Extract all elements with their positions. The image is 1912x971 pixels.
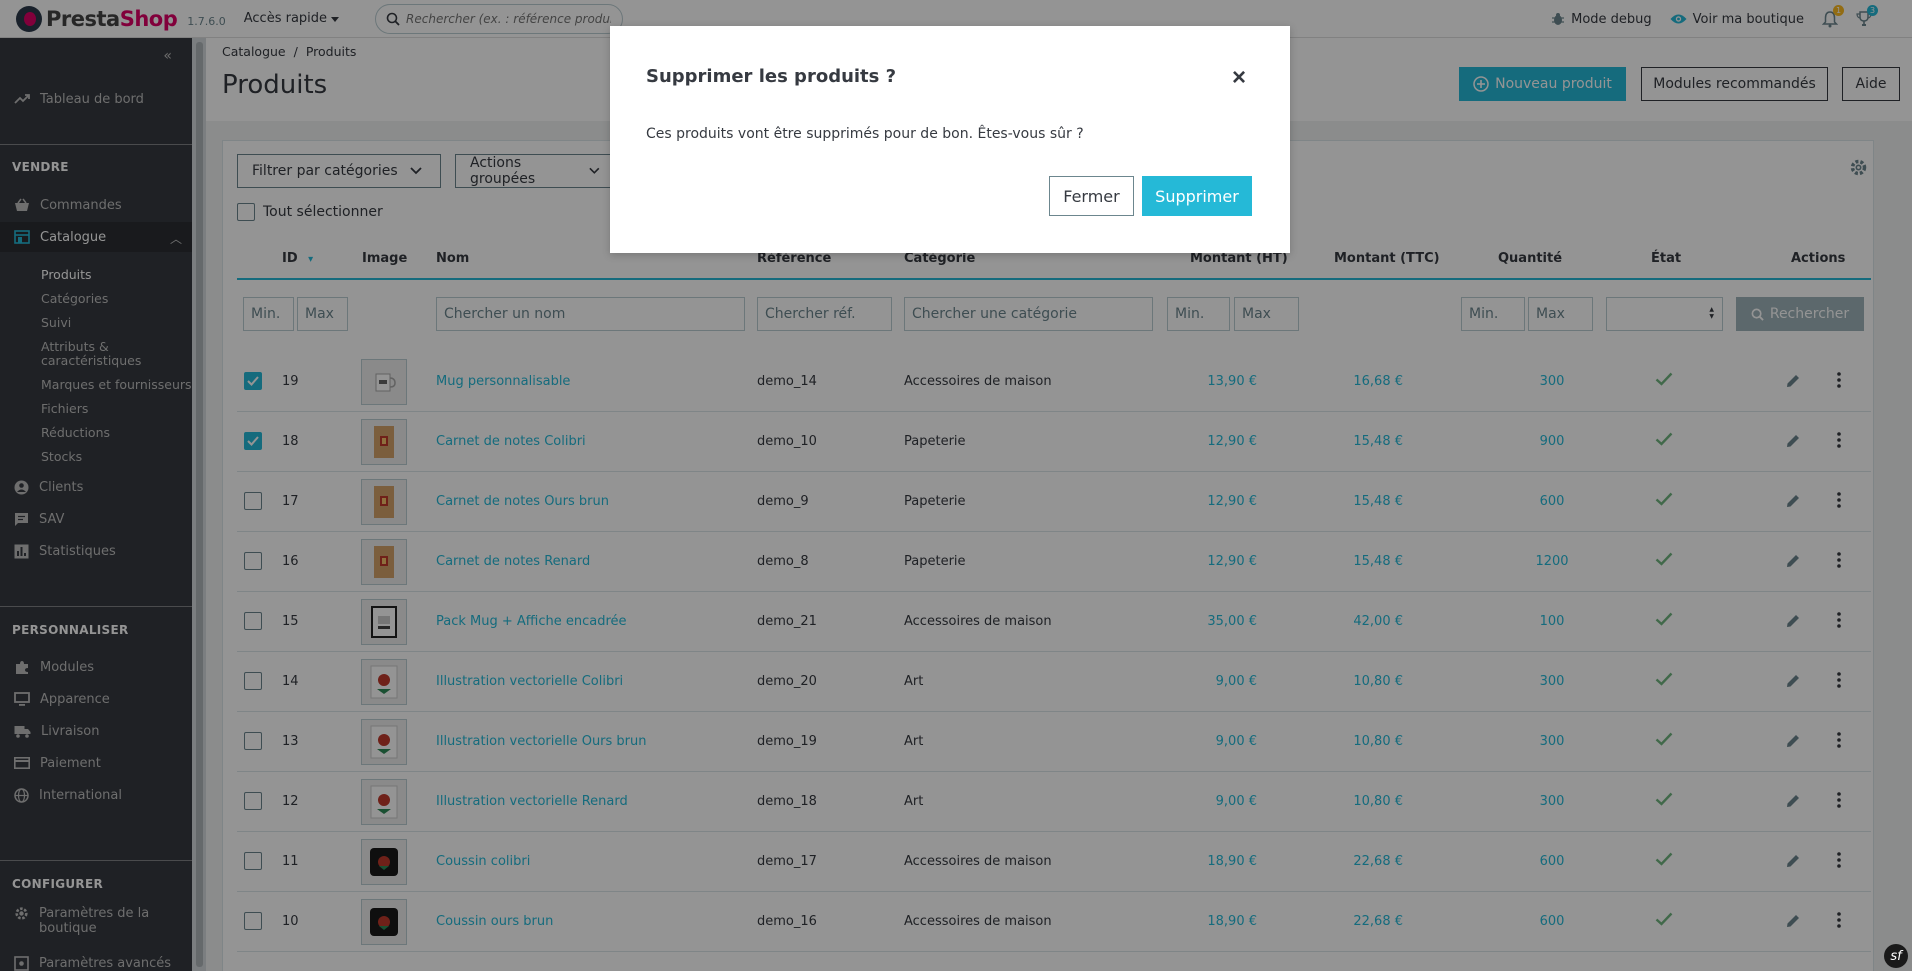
close-modal-button[interactable]: Fermer	[1049, 176, 1134, 216]
symfony-toolbar-icon[interactable]: sf	[1884, 944, 1908, 968]
delete-products-modal: Supprimer les produits ? × Ces produits …	[610, 26, 1290, 253]
modal-title: Supprimer les produits ?	[646, 66, 897, 87]
close-icon[interactable]: ×	[1232, 66, 1246, 90]
confirm-delete-button[interactable]: Supprimer	[1142, 176, 1252, 216]
modal-message: Ces produits vont être supprimés pour de…	[646, 126, 1084, 142]
